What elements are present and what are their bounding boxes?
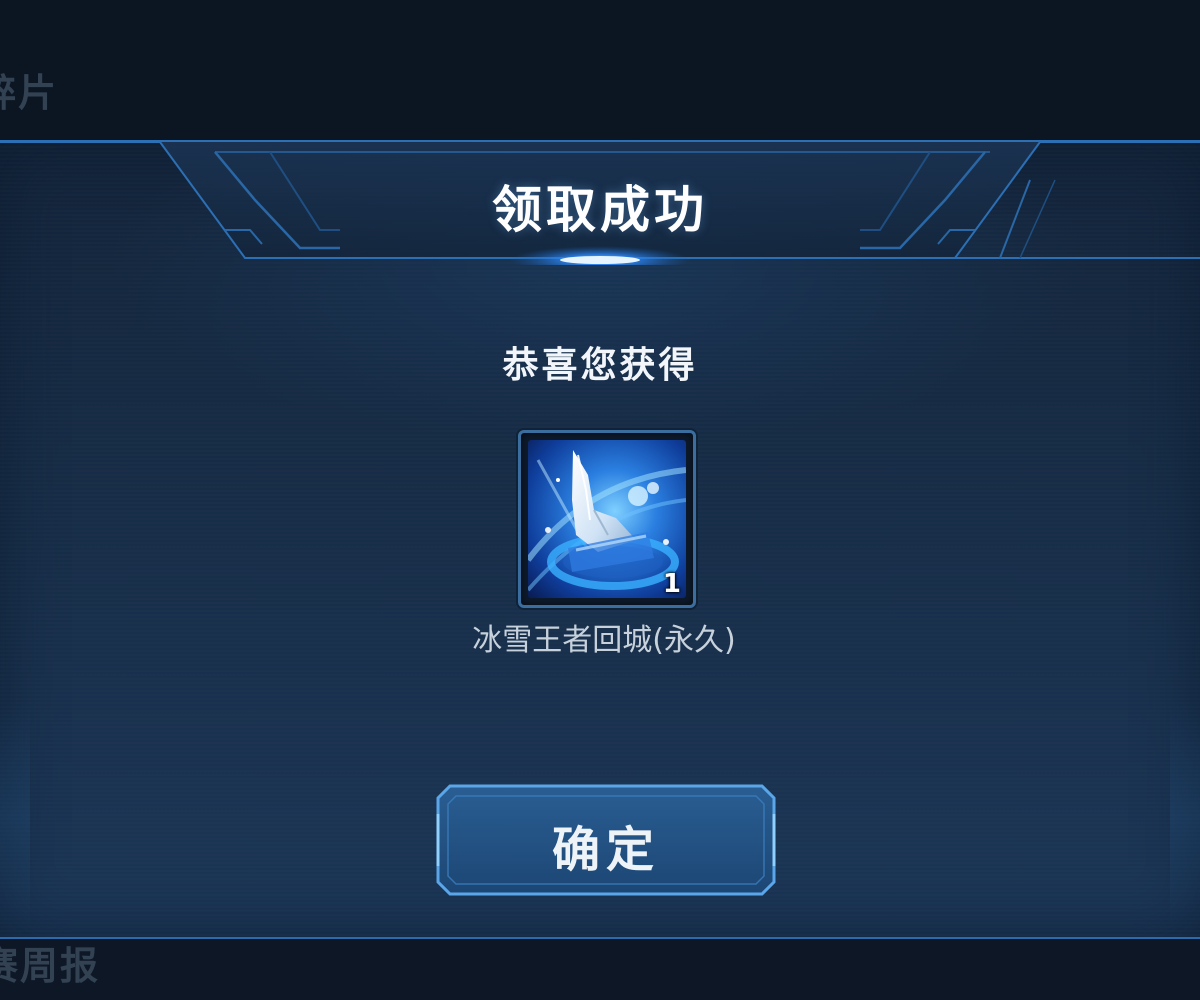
background-menu-label: 碎片 [0, 71, 59, 115]
background-menu-label: 赛周报 [0, 944, 101, 988]
dialog-edge-glow [0, 702, 30, 932]
reward-item-count: 1 [662, 569, 681, 599]
confirm-button-label: 确定 [551, 822, 660, 878]
reward-item-name: 冰雪王者回城(永久) [472, 623, 736, 658]
confirm-button[interactable]: 确定 [436, 784, 776, 896]
game-screen: 碎片 赛周报 [0, 0, 1200, 1000]
dialog-edge-glow [1170, 702, 1200, 932]
dialog-subtitle: 恭喜您获得 [502, 345, 698, 386]
reward-item-slot[interactable]: 1 [518, 430, 696, 608]
dialog-title: 领取成功 [492, 181, 708, 239]
reward-dialog: 领取成功 恭喜您获得 1 冰雪王者回城(永久) 确定 [0, 140, 1200, 939]
